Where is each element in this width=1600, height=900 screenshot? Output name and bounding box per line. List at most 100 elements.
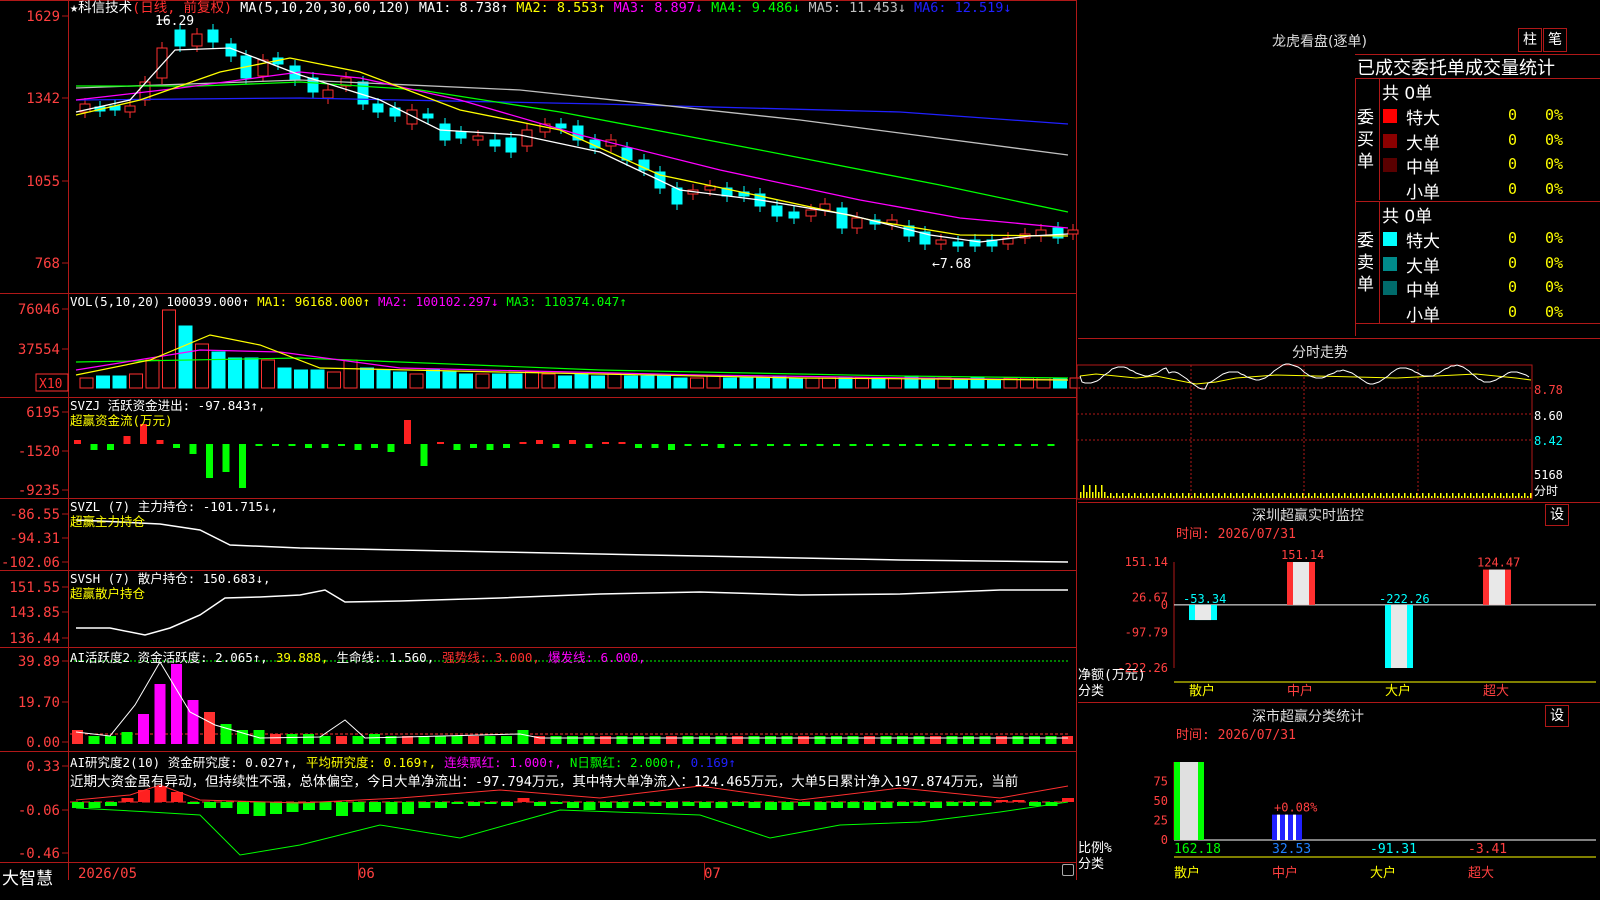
volume-bar (211, 351, 226, 389)
volume-bar (838, 377, 853, 389)
intraday-volume-bar (1179, 496, 1181, 498)
sz-class-y-tick: 25 (1154, 814, 1168, 828)
volume-bar (525, 371, 539, 389)
intraday-volume-bar (1209, 496, 1211, 498)
svzj-bar (816, 444, 824, 446)
svzj-bar (965, 444, 972, 446)
ai-research-bar (715, 802, 728, 808)
svzj-bar (354, 444, 362, 450)
ai-active-bar (715, 736, 727, 744)
indicator-value: N日飘红: 2.000↑, (569, 755, 683, 770)
candle-body (952, 241, 964, 247)
intraday-volume-bar (1371, 496, 1373, 498)
bar-mode-button[interactable]: 柱 (1518, 28, 1542, 52)
ai-research-bar (699, 802, 711, 808)
intraday-volume-bar (1347, 496, 1349, 498)
volume-bar (822, 377, 836, 389)
ai-active-bar (930, 736, 941, 744)
svzl-y-tick: -86.55 (9, 507, 60, 523)
period-label[interactable]: (日线, 前复权) (132, 0, 232, 16)
intraday-volume-bar (1137, 496, 1139, 498)
ai-research-bar (831, 802, 843, 808)
intraday-volume-bar (1461, 496, 1463, 498)
ai-active-bar (946, 736, 958, 744)
svzj-bar (305, 444, 312, 448)
intraday-volume-bar (1431, 496, 1433, 498)
candle-body (124, 105, 136, 113)
ai-research-bar (616, 802, 629, 808)
sz-class-note: +0.08% (1274, 801, 1318, 815)
intraday-volume-bar (1368, 493, 1370, 498)
svzj-bar (272, 444, 279, 446)
svzl-y-tick: -94.31 (9, 531, 60, 547)
price-y-tick: 1342 (26, 91, 60, 107)
sz-monitor-bar-highlight (1195, 604, 1211, 621)
intraday-volume-bar (1407, 496, 1409, 498)
ai-research-bar (996, 800, 1008, 802)
intraday-time-label: 分时 (1534, 484, 1558, 498)
ai-research-green-line (75, 801, 1069, 856)
ai-active-bar (748, 736, 760, 744)
ai-active-bar (121, 732, 133, 744)
intraday-volume-bar (1176, 493, 1178, 498)
intraday-volume-bar (1152, 493, 1154, 498)
sz-monitor-bar-highlight (1489, 569, 1505, 605)
ai-active-bar (154, 684, 166, 744)
intraday-volume-bar (1374, 493, 1376, 498)
ai-active-bar (798, 736, 809, 744)
volume-bar (376, 369, 391, 389)
ma-values: MA1: 8.738↑ MA2: 8.553↑ MA3: 8.897↓ MA4: 9.… (419, 0, 1020, 16)
svzj-bar (998, 444, 1005, 446)
intraday-volume-bar (1095, 485, 1097, 498)
intraday-volume-bar (1089, 485, 1091, 498)
svzj-bar (420, 444, 428, 466)
order-count: 0 (1508, 278, 1518, 296)
ai-research-bar (534, 802, 546, 806)
sz-class-category: 超大 (1468, 866, 1494, 881)
volume-bar (79, 377, 94, 389)
ai-research-bar (963, 802, 975, 806)
intraday-volume-bar (1464, 493, 1466, 498)
intraday-volume-bar (1338, 493, 1340, 498)
volume-bar (789, 377, 803, 389)
order-color-swatch (1383, 109, 1397, 123)
svzj-bar (1031, 444, 1038, 446)
intraday-volume-bar (1227, 496, 1229, 498)
intraday-volume-bar (1170, 493, 1172, 498)
ai-active-bar (303, 734, 314, 744)
intraday-chart[interactable]: 8.78 8.60 8.42 5168 分时 (1076, 360, 1600, 502)
order-side-label: 委买单 (1357, 108, 1374, 172)
ai-active-bar (666, 736, 677, 744)
sz-monitor-y-tick: -97.79 (1125, 626, 1168, 640)
intraday-volume-bar (1308, 493, 1310, 498)
ai-active-y-tick: 0.00 (26, 735, 60, 751)
ai-research-bar (550, 802, 563, 804)
volume-bar (277, 367, 292, 389)
ma-label: MA(5,10,20,30,60,120) (240, 0, 411, 16)
candle-body (1067, 229, 1079, 235)
intraday-vol-label: 5168 (1534, 468, 1563, 482)
sz-class-category: 大户 (1370, 865, 1396, 881)
intraday-volume-bar (1530, 493, 1532, 498)
intraday-volume-bar (1353, 496, 1355, 498)
svzj-y-tick: -1520 (18, 444, 60, 460)
candle-body (207, 29, 219, 43)
volume-bar (591, 375, 605, 389)
intraday-volume-bar (1485, 496, 1487, 498)
intraday-volume-bar (1164, 493, 1166, 498)
ai-research-bar (930, 802, 942, 808)
ai-active-y-tick: 19.70 (18, 695, 60, 711)
svzj-bar (519, 442, 527, 444)
ai-research-bar (352, 802, 365, 812)
svzj-bar (123, 436, 131, 444)
ai-active-bar (501, 736, 512, 744)
sz-class-chart: 时间: 2026/07/31 75 50 25 0 比例%分类 162.18 散户 32.5… (1078, 728, 1596, 881)
lock-icon[interactable] (1062, 864, 1074, 876)
tick-mode-button[interactable]: 笔 (1543, 28, 1567, 52)
svzj-bar (338, 444, 345, 446)
date-divider (358, 863, 359, 880)
intraday-volume-bar (1458, 493, 1460, 498)
stock-name[interactable]: ★科信技术 (70, 0, 132, 16)
volume-bar (640, 375, 655, 389)
candle-body (422, 113, 434, 119)
